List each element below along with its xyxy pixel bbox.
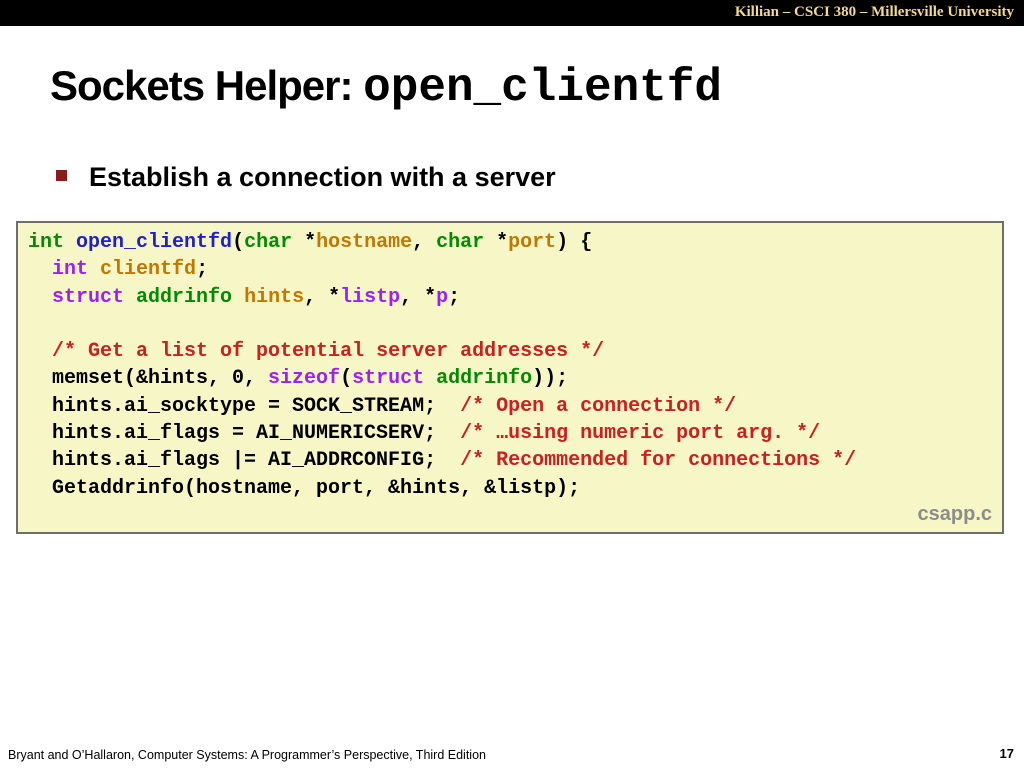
code-line: struct addrinfo hints, *listp, *p; [28, 284, 856, 311]
code-line: int clientfd; [28, 256, 856, 283]
code-token: char [244, 231, 293, 254]
code-token: ( [340, 367, 353, 391]
code-line: hints.ai_flags = AI_NUMERICSERV; /* …usi… [28, 420, 856, 447]
code-line: int open_clientfd(char *hostname, char *… [28, 229, 856, 256]
source-file-label: csapp.c [917, 503, 992, 525]
code-token: hints [244, 285, 305, 309]
code-listing: int open_clientfd(char *hostname, char *… [28, 229, 856, 502]
code-token: * [292, 231, 317, 254]
code-block: int open_clientfd(char *hostname, char *… [16, 221, 1004, 534]
code-token: /* Get a list of potential server addres… [52, 340, 605, 364]
code-token: clientfd [100, 258, 197, 282]
bullet-item: Establish a connection with a server [56, 162, 556, 193]
code-token: char [436, 231, 485, 254]
code-token: addrinfo [136, 285, 233, 309]
code-token: , [412, 231, 437, 254]
code-token: * [484, 231, 509, 254]
code-token: int [28, 231, 65, 254]
code-token: Getaddrinfo(hostname, port, &hints, &lis… [28, 476, 581, 500]
code-token: addrinfo [436, 367, 533, 391]
code-token: , * [304, 285, 341, 309]
code-token: memset(&hints, 0, [28, 367, 269, 391]
code-token: sizeof [268, 367, 341, 391]
code-token: listp [340, 285, 401, 309]
code-line: hints.ai_socktype = SOCK_STREAM; /* Open… [28, 393, 856, 420]
code-token: /* Open a connection */ [460, 394, 737, 418]
code-token: )); [532, 367, 569, 391]
code-token: ; [448, 285, 461, 309]
slide-title-text: Sockets Helper: [50, 62, 364, 109]
code-token: hints.ai_flags |= AI_ADDRCONFIG; [28, 449, 461, 473]
bullet-text: Establish a connection with a server [89, 162, 556, 192]
code-token: hints.ai_socktype = SOCK_STREAM; [28, 394, 461, 418]
code-token: hostname [316, 231, 413, 254]
footer-citation: Bryant and O’Hallaron, Computer Systems:… [8, 748, 486, 762]
code-token: /* Recommended for connections */ [460, 449, 857, 473]
page-number: 17 [999, 746, 1014, 761]
course-label: Killian – CSCI 380 – Millersville Univer… [734, 4, 1014, 20]
code-token: int [52, 258, 89, 282]
code-token: p [436, 285, 449, 309]
code-token: ( [232, 231, 245, 254]
code-token: struct [352, 367, 425, 391]
code-token: open_clientfd [76, 231, 233, 254]
header-bar: Killian – CSCI 380 – Millersville Univer… [0, 0, 1024, 26]
code-token: ; [196, 258, 209, 282]
square-bullet-icon [56, 170, 67, 181]
code-token: ) { [556, 231, 593, 254]
code-token: , * [400, 285, 437, 309]
code-token: port [508, 231, 557, 254]
slide-title-code: open_clientfd [363, 62, 722, 114]
code-line: Getaddrinfo(hostname, port, &hints, &lis… [28, 475, 856, 502]
code-token: /* …using numeric port arg. */ [460, 422, 821, 446]
code-line: /* Get a list of potential server addres… [28, 338, 856, 365]
code-line: memset(&hints, 0, sizeof(struct addrinfo… [28, 365, 856, 392]
code-token: struct [52, 285, 125, 309]
code-token: hints.ai_flags = AI_NUMERICSERV; [28, 422, 461, 446]
code-line: hints.ai_flags |= AI_ADDRCONFIG; /* Reco… [28, 447, 856, 474]
slide-title: Sockets Helper: open_clientfd [50, 62, 722, 114]
